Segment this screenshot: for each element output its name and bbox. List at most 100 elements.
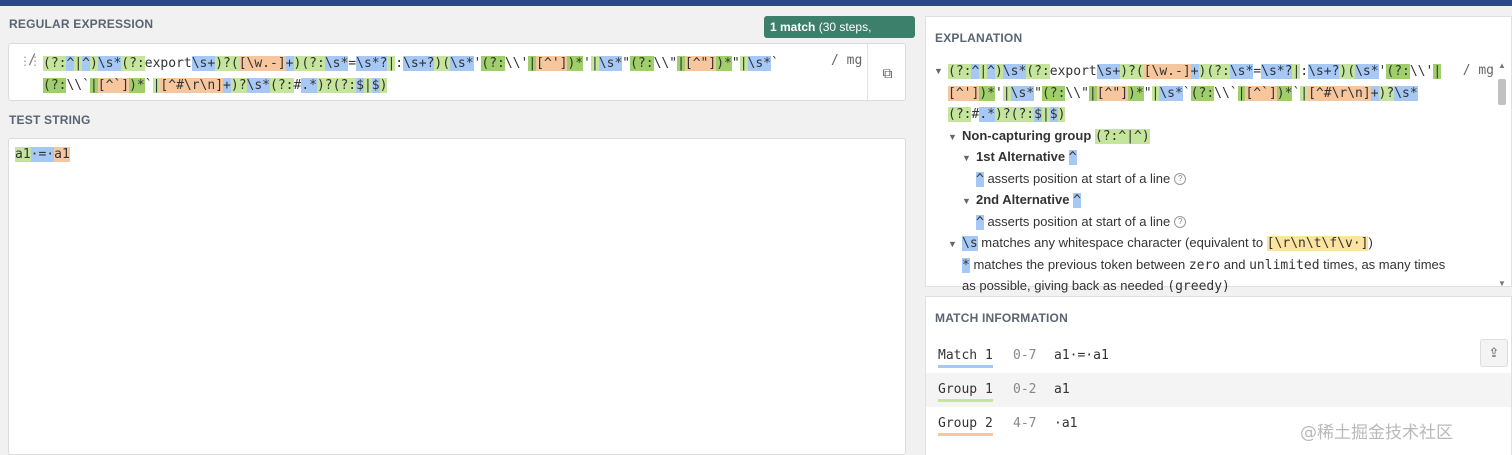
explanation-regex-token: ': [994, 85, 1003, 101]
alt2-desc-token: ^: [976, 214, 984, 230]
explanation-regex-token: \s*: [1394, 85, 1418, 101]
collapse-triangle-icon[interactable]: ▼: [962, 191, 976, 212]
explanation-tree: ▼ (?:^|^)\s*(?:export\s+)?([\w.-]+)(?:\s…: [934, 61, 1494, 298]
quantifier-line-2: as possible, giving back as needed (gree…: [934, 276, 1494, 298]
group-row[interactable]: Group 1 0-2 a1: [926, 373, 1511, 407]
regex-token: ^: [82, 56, 90, 71]
explanation-regex-token: (?:: [1386, 64, 1410, 79]
alt1-node: ▼ 1st Alternative ^: [934, 147, 1494, 169]
explanation-scrollbar[interactable]: ▲ ▼: [1496, 61, 1507, 289]
regex-token: )?: [316, 78, 333, 93]
explanation-regex-token: +: [1190, 64, 1199, 79]
help-icon[interactable]: ?: [1174, 216, 1187, 229]
collapse-triangle-icon[interactable]: ▼: [934, 61, 948, 82]
regex-token: `: [771, 56, 779, 71]
explanation-regex-token: \\": [1065, 85, 1089, 101]
regex-token: ": [622, 56, 631, 71]
regex-token: export: [144, 56, 192, 71]
explanation-regex-token: ): [1057, 107, 1066, 122]
scroll-up-icon[interactable]: ▲: [1498, 61, 1506, 70]
test-string-token: a1: [15, 147, 31, 162]
explanation-regex-token: (?:: [948, 107, 972, 122]
regex-token: \\": [653, 56, 678, 71]
star-and: and: [1223, 256, 1246, 272]
regex-token: .*: [301, 78, 317, 93]
explanation-regex-token: $: [1049, 107, 1058, 122]
regex-token: (?:: [301, 56, 325, 71]
explanation-regex-token: (?:: [1041, 85, 1066, 101]
explanation-regex-token: =: [1253, 64, 1262, 79]
regex-token: `: [144, 78, 153, 93]
explanation-regex-token: (: [1135, 64, 1144, 79]
match-row[interactable]: Match 1 0-7 a1·=·a1: [926, 339, 1511, 373]
test-string-token: ·=·: [30, 147, 55, 162]
explanation-regex-token: `: [1182, 85, 1191, 101]
test-section-label: TEST STRING: [9, 113, 91, 127]
star-unlimited: unlimited: [1249, 257, 1320, 273]
explanation-regex-token: )?: [994, 107, 1011, 122]
explanation-regex-token: ^: [987, 64, 995, 79]
regex-token: (?:: [121, 56, 145, 71]
explanation-regex-token: \s*: [1159, 85, 1183, 101]
regex-token: \s*: [246, 78, 271, 93]
regex-token: :: [395, 56, 404, 71]
explanation-regex-token: |: [1002, 85, 1011, 101]
match-count-badge: 1 match (30 steps, 0.0ms): [764, 16, 915, 56]
group-node: ▼ Non-capturing group (?:^|^): [934, 126, 1494, 148]
collapse-triangle-icon[interactable]: ▼: [948, 234, 962, 255]
explanation-regex-token: export: [1049, 64, 1097, 79]
explanation-regex-token: \s*: [1229, 64, 1254, 79]
regex-flags[interactable]: / mg: [831, 53, 862, 68]
regex-token: \s*: [324, 56, 349, 71]
regex-token: )*: [567, 56, 584, 71]
alt1-desc-line: ^ asserts position at start of a line?: [934, 169, 1494, 191]
test-string-text[interactable]: a1·=·a1: [15, 146, 70, 164]
test-string-input[interactable]: a1·=·a1: [8, 138, 906, 455]
explanation-regex-token: .*: [979, 107, 995, 122]
explanation-regex-token: \s*: [1355, 64, 1379, 79]
alt1-desc-token: ^: [976, 171, 984, 187]
star-token: *: [962, 257, 970, 273]
group1-value: a1: [1054, 382, 1070, 397]
copy-icon: ⧉: [882, 64, 893, 81]
regex-token: (?:: [270, 78, 294, 93]
star-greedy: (greedy): [1167, 279, 1230, 294]
regex-token: ): [379, 78, 388, 93]
explanation-regex-token: )*: [1128, 85, 1144, 101]
scroll-thumb[interactable]: [1498, 79, 1506, 105]
regex-token: )?: [230, 78, 247, 93]
explanation-regex-token: (?:: [948, 64, 972, 79]
test-string-token: a1: [54, 147, 70, 162]
regex-token: (?:: [481, 56, 505, 71]
group-title: Non-capturing group: [962, 127, 1092, 143]
alt2-title: 2nd Alternative: [976, 192, 1070, 207]
group2-range: 4-7: [1013, 416, 1037, 431]
explanation-regex-token: (: [1347, 64, 1356, 79]
collapse-triangle-icon[interactable]: ▼: [948, 127, 962, 148]
alt2-node: ▼ 2nd Alternative ^: [934, 190, 1494, 212]
regex-token: [^`]: [97, 78, 130, 93]
explanation-regex-token: )*: [979, 85, 995, 101]
regex-token: |: [363, 78, 372, 93]
regex-input[interactable]: ⋮⋮ / (?:^|^)\s*(?:export\s+)?([\w.-]+)(?…: [8, 43, 907, 102]
regex-text[interactable]: (?:^|^)\s*(?:export\s+)?([\w.-]+)(?:\s*=…: [43, 53, 818, 97]
collapse-triangle-icon[interactable]: ▼: [962, 148, 976, 169]
regex-token: +: [223, 78, 231, 93]
explanation-regex-token: |: [1041, 107, 1050, 122]
explanation-panel: EXPLANATION ▼ (?:^|^)\s*(?:export\s+)?([…: [925, 16, 1512, 294]
editor-pane: REGULAR EXPRESSION 1 match (30 steps, 0.…: [0, 6, 915, 455]
explanation-regex-token: :: [1300, 64, 1309, 79]
regex-token: [\w.-]: [238, 56, 286, 71]
regex-token: \\`: [66, 78, 90, 93]
regex-token: ': [583, 56, 591, 71]
copy-button[interactable]: ⧉: [867, 44, 907, 102]
regex-token: [^#\r\n]: [160, 78, 224, 93]
regex-token: +: [285, 56, 294, 71]
scroll-down-icon[interactable]: ▼: [1498, 279, 1506, 288]
explanation-regex-token: )?: [1378, 85, 1395, 101]
explanation-regex-token: ": [1143, 85, 1152, 101]
help-icon[interactable]: ?: [1174, 173, 1187, 186]
regex-token: $: [371, 78, 380, 93]
regex-token: |: [89, 78, 98, 93]
regex-token: (?:: [43, 78, 67, 93]
